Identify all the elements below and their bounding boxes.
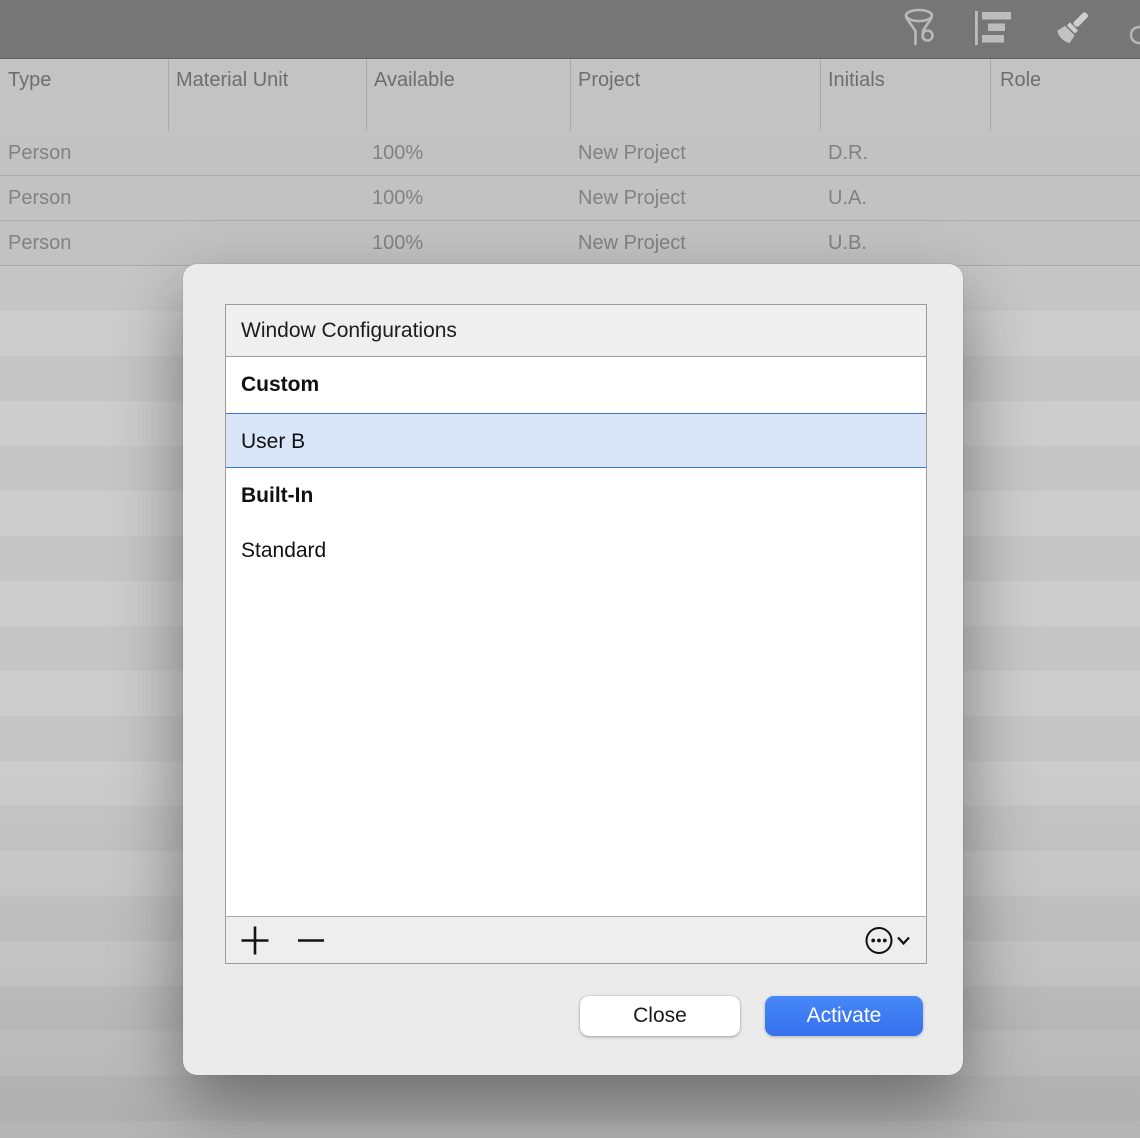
cell-initials: U.A. xyxy=(828,176,867,220)
cell-available: 100% xyxy=(372,221,423,265)
remove-configuration-button[interactable] xyxy=(296,925,326,959)
column-divider xyxy=(570,59,571,131)
cell-type: Person xyxy=(8,176,71,220)
cell-project: New Project xyxy=(578,221,686,265)
outline-view-icon[interactable] xyxy=(974,9,1014,54)
dialog-title: Window Configurations xyxy=(226,305,926,357)
list-section-built-in: Built-In xyxy=(226,468,926,523)
cell-initials: D.R. xyxy=(828,131,868,175)
close-button[interactable]: Close xyxy=(580,996,740,1036)
cell-project: New Project xyxy=(578,131,686,175)
cell-available: 100% xyxy=(372,176,423,220)
column-header-project[interactable]: Project xyxy=(578,69,640,92)
cell-available: 100% xyxy=(372,131,423,175)
column-divider xyxy=(990,59,991,131)
column-divider xyxy=(820,59,821,131)
table-row[interactable]: Person 100% New Project U.B. xyxy=(0,221,1140,266)
column-header-type[interactable]: Type xyxy=(8,69,51,92)
toolbar xyxy=(0,0,1140,59)
table-row[interactable]: Person 100% New Project D.R. xyxy=(0,131,1140,176)
column-header-initials[interactable]: Initials xyxy=(828,69,885,92)
table-header: Type Material Unit Available Project Ini… xyxy=(0,59,1140,132)
filter-icon[interactable] xyxy=(902,7,938,58)
more-actions-button[interactable] xyxy=(856,924,916,960)
cell-initials: U.B. xyxy=(828,221,867,265)
column-header-material-unit[interactable]: Material Unit xyxy=(176,69,288,92)
cell-type: Person xyxy=(8,221,71,265)
column-divider xyxy=(366,59,367,131)
partial-toolbar-icon[interactable] xyxy=(1124,10,1140,55)
plus-icon xyxy=(240,925,270,956)
ellipsis-menu-icon xyxy=(856,924,916,957)
app-window: Type Material Unit Available Project Ini… xyxy=(0,0,1140,1138)
list-item-standard[interactable]: Standard xyxy=(226,523,926,578)
cell-project: New Project xyxy=(578,176,686,220)
list-section-custom: Custom xyxy=(226,357,926,413)
window-configurations-dialog: Window Configurations Custom User B Buil… xyxy=(183,264,963,1075)
table-row[interactable]: Person 100% New Project U.A. xyxy=(0,176,1140,221)
style-brush-icon[interactable] xyxy=(1048,5,1094,58)
cell-type: Person xyxy=(8,131,71,175)
minus-icon xyxy=(296,925,326,956)
column-divider xyxy=(168,59,169,131)
column-header-role[interactable]: Role xyxy=(1000,69,1041,92)
column-header-available[interactable]: Available xyxy=(374,69,455,92)
add-configuration-button[interactable] xyxy=(240,925,270,959)
configurations-list: Window Configurations Custom User B Buil… xyxy=(225,304,927,964)
list-footer xyxy=(226,916,926,963)
list-item-user-b[interactable]: User B xyxy=(226,413,926,468)
activate-button[interactable]: Activate xyxy=(765,996,923,1036)
